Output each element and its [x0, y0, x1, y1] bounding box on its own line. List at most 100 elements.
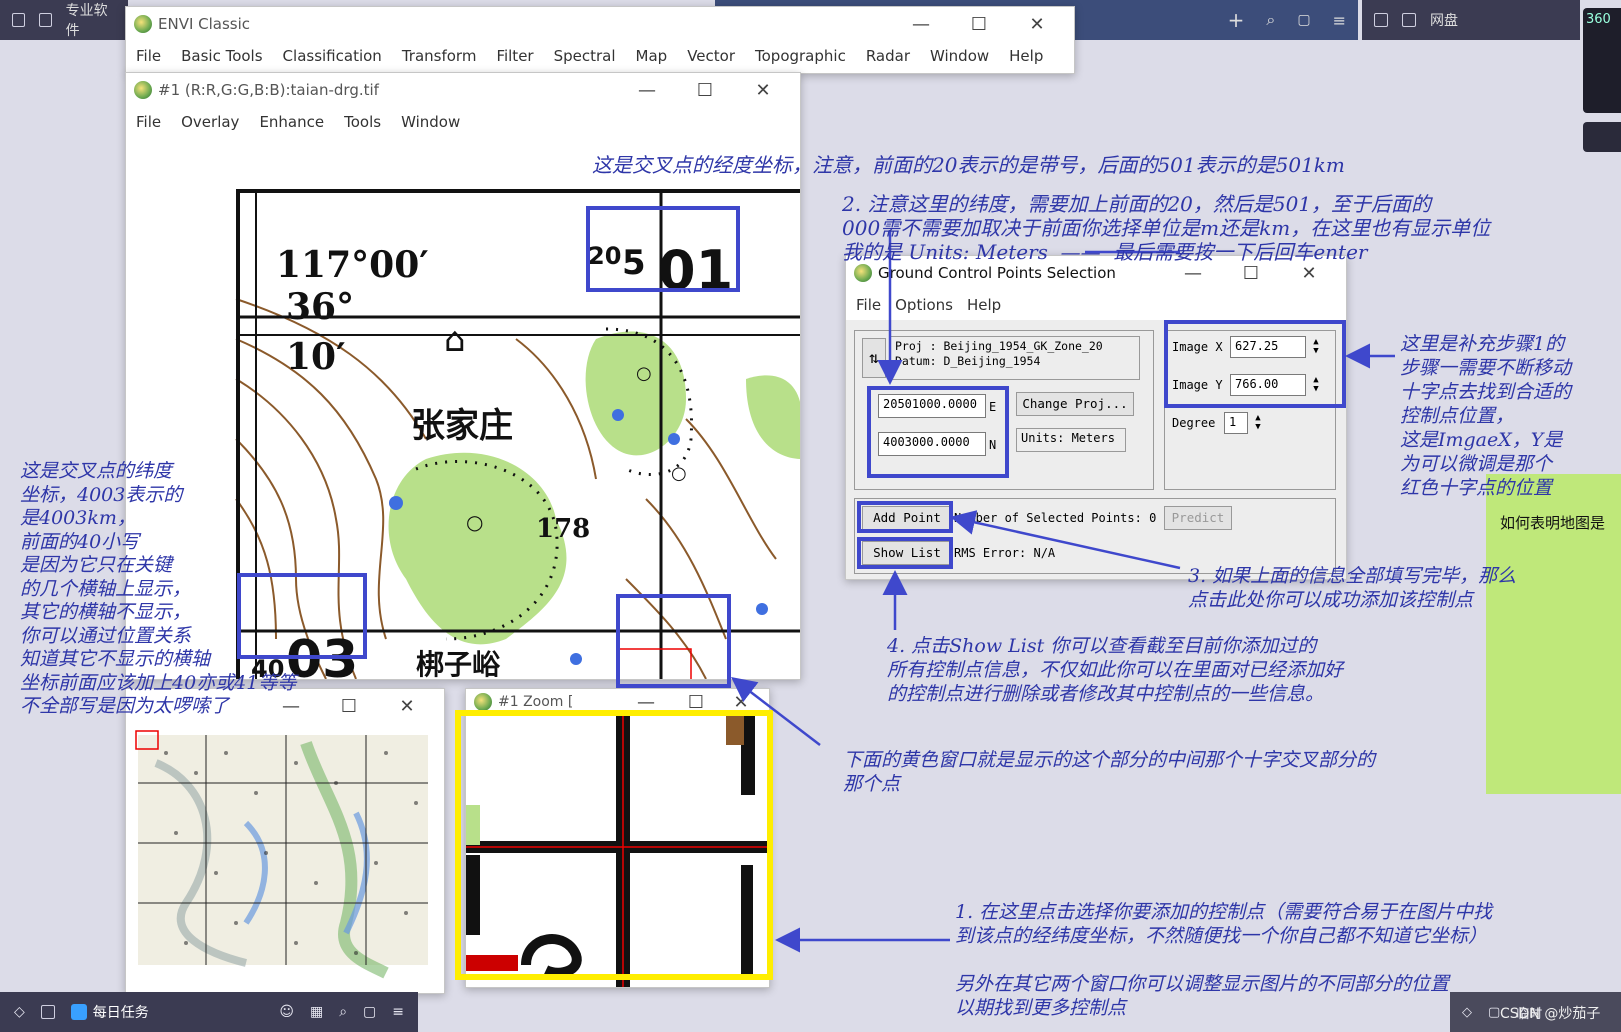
daily-task[interactable]: 每日任务	[70, 1002, 149, 1022]
degree-field[interactable]: 1	[1224, 412, 1248, 434]
envi-logo-icon	[134, 15, 152, 33]
menu-file[interactable]: File	[136, 47, 161, 65]
map-label-latitude: 36°	[286, 286, 354, 328]
note-zoom: 下面的黄色窗口就是显示的这个部分的中间那个十字交叉部分的 那个点	[843, 749, 1376, 795]
lock-icon: ▢	[1488, 1004, 1501, 1020]
change-proj-button[interactable]: Change Proj...	[1016, 392, 1134, 416]
desktop-topbar-right: 网盘	[1362, 0, 1580, 40]
watermark: CSDN @炒茄子	[1500, 1006, 1601, 1022]
svg-text:⌂: ⌂	[444, 320, 466, 360]
note-step4: 4. 点击Show List 你可以查看截至目前你添加过的 所有控制点信息，不仅…	[887, 635, 1344, 705]
minimize-icon[interactable]: —	[892, 14, 950, 35]
note-top-longitude: 这是交叉点的经度坐标，注意，前面的20表示的是带号，后面的501表示的是501k…	[592, 153, 1345, 177]
search-icon[interactable]: ⌕	[1266, 10, 1275, 30]
close-icon[interactable]: ✕	[378, 696, 436, 717]
rms-error: RMS Error: N/A	[954, 546, 1056, 560]
menu-vector[interactable]: Vector	[687, 47, 735, 65]
menu-icon[interactable]: ≡	[1333, 11, 1346, 30]
envi-logo-icon	[474, 693, 492, 711]
maximize-icon[interactable]: ☐	[950, 14, 1008, 35]
side-note-panel: 如何表明地图是	[1486, 474, 1621, 794]
close-icon[interactable]: ✕	[734, 80, 792, 101]
menu-filter[interactable]: Filter	[496, 47, 533, 65]
chevron-icon[interactable]: ◇	[14, 1004, 25, 1020]
chevron-icon[interactable]	[1374, 13, 1388, 27]
map-label-minutes: 10′	[286, 336, 346, 378]
maximize-icon[interactable]: ☐	[676, 80, 734, 101]
proj-line: Proj : Beijing_1954_GK_Zone_20	[895, 339, 1103, 353]
image-window-menubar: File Overlay Enhance Tools Window	[126, 107, 800, 137]
side-widget-2[interactable]	[1583, 122, 1621, 152]
envi-main-window: ENVI Classic — ☐ ✕ File Basic Tools Clas…	[125, 6, 1075, 74]
menu-file[interactable]: File	[856, 296, 881, 314]
svg-text:○: ○	[636, 363, 652, 384]
maximize-icon[interactable]: ☐	[320, 696, 378, 717]
menu-help[interactable]: Help	[967, 296, 1001, 314]
menu-enhance[interactable]: Enhance	[259, 113, 324, 131]
proj-info: Proj : Beijing_1954_GK_Zone_20 Datum: D_…	[890, 336, 1140, 380]
menu-options[interactable]: Options	[895, 296, 953, 314]
selected-points-count: Number of Selected Points: 0	[954, 511, 1157, 525]
map-label-longitude: 117°00′	[276, 244, 429, 286]
menu-tools[interactable]: Tools	[344, 113, 381, 131]
user-icon[interactable]: ☺	[279, 1004, 294, 1020]
swap-button[interactable]: ⇅	[862, 338, 886, 378]
lock-icon	[38, 13, 52, 27]
menu-help[interactable]: Help	[1009, 47, 1043, 65]
note-left-latitude: 这是交叉点的纬度 坐标，4003表示的 是4003km， 前面的40小写 是因为…	[20, 460, 297, 717]
envi-logo-icon	[134, 81, 152, 99]
menu-window[interactable]: Window	[930, 47, 989, 65]
shirt-icon[interactable]: ▢	[1297, 12, 1310, 28]
menu-basic-tools[interactable]: Basic Tools	[181, 47, 262, 65]
window-title: ENVI Classic	[158, 15, 251, 33]
task-icon	[70, 1004, 87, 1020]
map-label-village2: 梆子峪	[416, 648, 501, 680]
highlight-show-list	[857, 537, 953, 569]
degree-spinner-icon[interactable]: ▲ ▼	[1250, 414, 1266, 432]
minimize-icon[interactable]: —	[618, 80, 676, 101]
search-icon[interactable]: ⌕	[339, 1004, 347, 1020]
envi-main-titlebar[interactable]: ENVI Classic — ☐ ✕	[126, 7, 1074, 41]
map-label-village: 张家庄	[411, 406, 513, 446]
close-icon[interactable]: ✕	[1280, 263, 1338, 284]
side-note-text: 如何表明地图是	[1500, 514, 1606, 532]
menu-radar[interactable]: Radar	[866, 47, 910, 65]
menu-overlay[interactable]: Overlay	[181, 113, 239, 131]
window-title: #1 (R:R,G:G,B:B):taian-drg.tif	[158, 81, 379, 99]
units-label: Units: Meters	[1016, 428, 1126, 452]
close-icon[interactable]: ✕	[1008, 14, 1066, 35]
highlight-coordinates	[867, 386, 1009, 478]
image-window-titlebar[interactable]: #1 (R:R,G:G,B:B):taian-drg.tif — ☐ ✕	[126, 73, 800, 107]
highlight-top-coord	[586, 206, 740, 292]
predict-button[interactable]: Predict	[1164, 506, 1232, 530]
svg-text:○: ○	[466, 510, 483, 534]
plus-icon[interactable]: +	[1228, 8, 1245, 32]
menu-icon[interactable]: ≡	[392, 1004, 404, 1020]
lock-icon	[40, 1005, 55, 1019]
desktop-tab-label[interactable]: 专业软件	[66, 0, 116, 40]
chevron-icon[interactable]: ◇	[1462, 1005, 1472, 1020]
calendar-icon[interactable]: ▦	[310, 1004, 323, 1020]
maximize-icon[interactable]: ☐	[1222, 263, 1280, 284]
desktop-tab-label[interactable]: 网盘	[1430, 10, 1458, 30]
window-title: Ground Control Points Selection	[878, 264, 1116, 282]
menu-classification[interactable]: Classification	[283, 47, 382, 65]
menu-map[interactable]: Map	[636, 47, 668, 65]
envi-logo-icon	[854, 264, 872, 282]
menu-file[interactable]: File	[136, 113, 161, 131]
highlight-zoom	[455, 710, 773, 980]
menu-transform[interactable]: Transform	[402, 47, 477, 65]
minimize-icon[interactable]: —	[1164, 263, 1222, 284]
note-step2: 2. 注意这里的纬度，需要加上前面的20，然后是501，至于后面的 000需不需…	[842, 192, 1491, 264]
menu-window[interactable]: Window	[401, 113, 460, 131]
menu-spectral[interactable]: Spectral	[554, 47, 616, 65]
envi-main-menubar: File Basic Tools Classification Transfor…	[126, 41, 1074, 71]
side-widget[interactable]: 360	[1583, 8, 1621, 113]
menu-topographic[interactable]: Topographic	[755, 47, 846, 65]
degree-label: Degree	[1172, 416, 1216, 430]
overview-map[interactable]	[126, 723, 445, 994]
highlight-add-point	[857, 501, 953, 533]
note-step1: 1. 在这里点击选择你要添加的控制点（需要符合易于在图片中找 到该点的经纬度坐标…	[955, 901, 1493, 1019]
chevron-icon[interactable]	[12, 13, 25, 27]
shirt-icon[interactable]: ▢	[363, 1004, 376, 1020]
